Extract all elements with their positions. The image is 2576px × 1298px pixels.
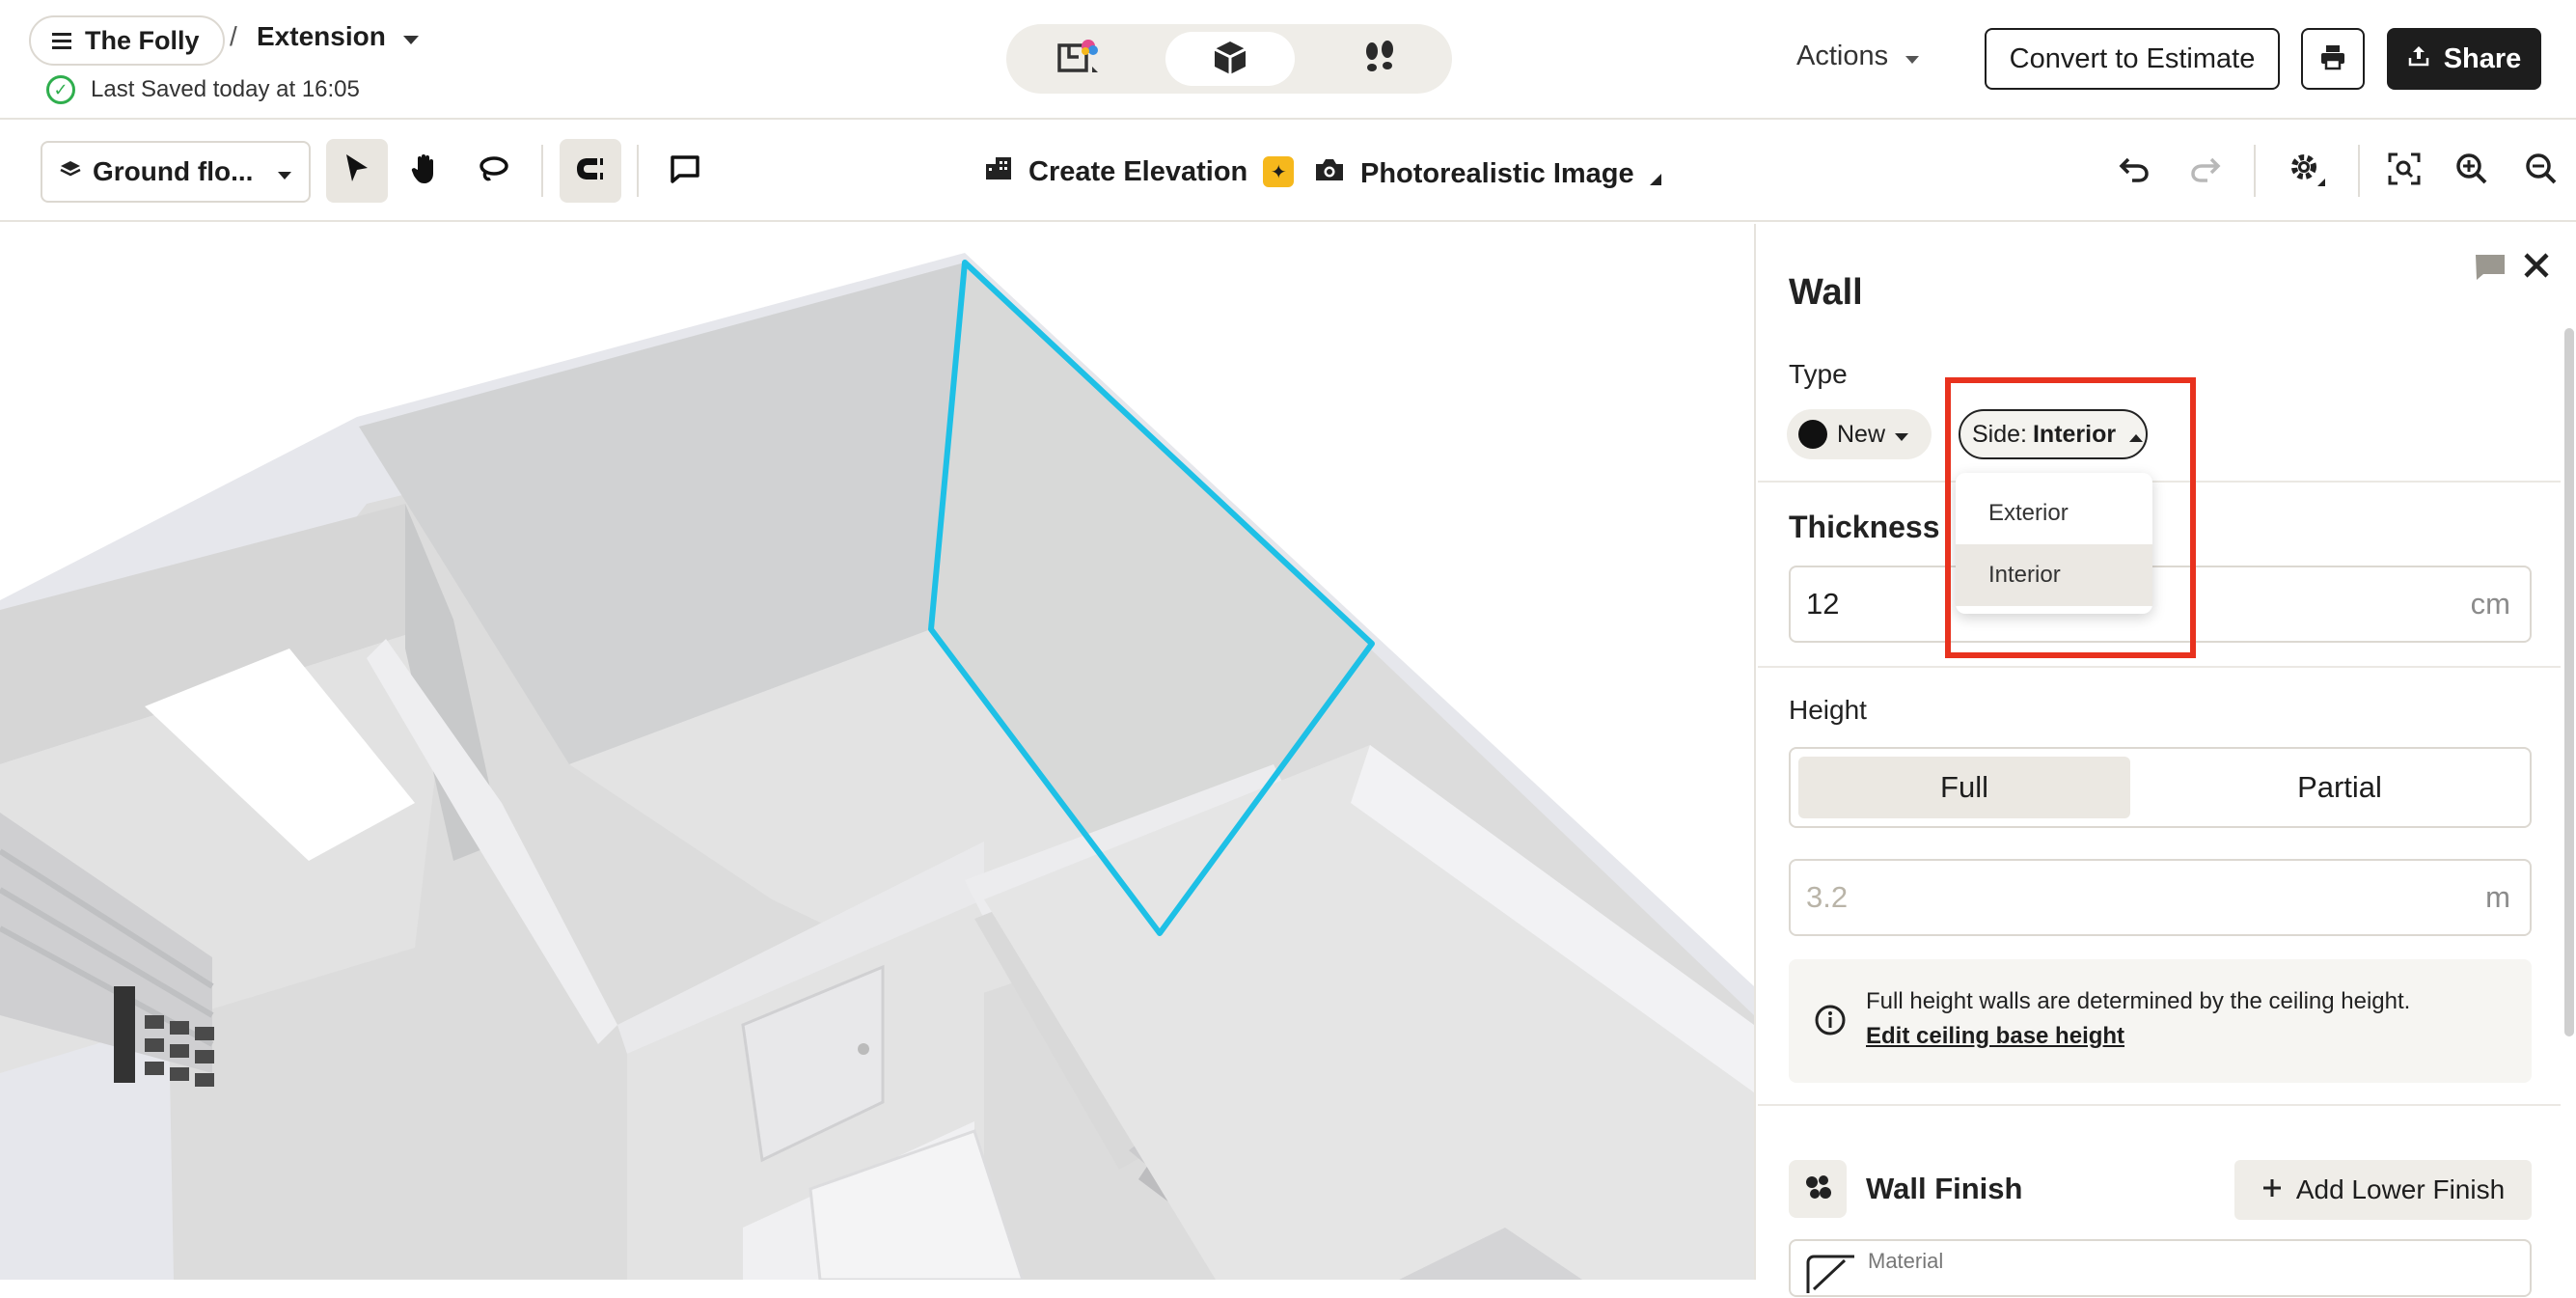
create-elevation-button[interactable]: Create Elevation ✦ bbox=[984, 154, 1295, 189]
pointer-icon bbox=[343, 152, 371, 190]
camera-icon bbox=[1314, 157, 1345, 190]
edit-ceiling-link[interactable]: Edit ceiling base height bbox=[1866, 1023, 2124, 1050]
pan-tool[interactable] bbox=[394, 139, 455, 203]
caret-down-icon bbox=[402, 21, 419, 52]
convert-to-estimate-button[interactable]: Convert to Estimate bbox=[1985, 28, 2280, 90]
share-button[interactable]: Share bbox=[2387, 28, 2541, 90]
zoom-out-icon bbox=[2525, 152, 2558, 190]
redo-button[interactable] bbox=[2175, 139, 2236, 203]
photorealistic-label: Photorealistic Image bbox=[1360, 157, 1634, 189]
thickness-unit: cm bbox=[2470, 587, 2510, 621]
save-status: ✓ Last Saved today at 16:05 bbox=[46, 75, 360, 104]
select-tool[interactable] bbox=[326, 139, 388, 203]
caret-down-icon bbox=[1905, 41, 1920, 72]
panel-title: Wall bbox=[1789, 272, 1863, 313]
plus-icon bbox=[2261, 1174, 2283, 1205]
caret-down-icon bbox=[1895, 421, 1909, 449]
wall-finish-icon-tile bbox=[1789, 1160, 1847, 1218]
floor-selector[interactable]: Ground flo... bbox=[41, 141, 311, 203]
info-text: Full height walls are determined by the … bbox=[1866, 988, 2411, 1014]
printer-icon bbox=[2319, 43, 2346, 75]
corner-caret-icon bbox=[1649, 154, 1661, 193]
save-status-text: Last Saved today at 16:05 bbox=[91, 76, 360, 102]
actions-label: Actions bbox=[1796, 41, 1889, 71]
photorealistic-image-button[interactable]: Photorealistic Image bbox=[1314, 154, 1661, 193]
project-menu-button[interactable]: The Folly bbox=[29, 15, 225, 66]
hamburger-icon bbox=[52, 26, 71, 56]
wall-type-value: New bbox=[1837, 420, 1886, 448]
redo-icon bbox=[2190, 155, 2221, 187]
create-elevation-label: Create Elevation bbox=[1028, 155, 1248, 187]
material-swatch-icon bbox=[1806, 1255, 1870, 1298]
magnet-icon bbox=[574, 154, 607, 188]
page-title: Extension bbox=[257, 21, 386, 51]
wall-finish-label: Wall Finish bbox=[1866, 1172, 2023, 1205]
print-button[interactable] bbox=[2301, 28, 2365, 90]
zoom-to-fit-button[interactable] bbox=[2373, 139, 2435, 203]
undo-button[interactable] bbox=[2103, 139, 2165, 203]
height-value: 3.2 bbox=[1806, 880, 1849, 914]
snap-magnet-toggle[interactable] bbox=[560, 139, 621, 203]
hand-icon bbox=[410, 152, 439, 190]
settings-button[interactable] bbox=[2277, 139, 2339, 203]
add-lower-finish-label: Add Lower Finish bbox=[2295, 1174, 2506, 1204]
status-dot-icon bbox=[1798, 420, 1827, 449]
add-lower-finish-button[interactable]: Add Lower Finish bbox=[2234, 1160, 2532, 1220]
walkthrough-view-button[interactable] bbox=[1315, 32, 1444, 86]
floor-label: Ground flo... bbox=[93, 156, 254, 186]
close-icon[interactable] bbox=[2522, 251, 2551, 285]
floor-plan-icon bbox=[1055, 38, 1102, 81]
lasso-tool[interactable] bbox=[463, 139, 525, 203]
height-unit: m bbox=[2485, 880, 2510, 914]
finish-swatch-icon bbox=[1803, 1173, 1832, 1206]
share-label: Share bbox=[2443, 42, 2522, 74]
comment-tool[interactable] bbox=[654, 139, 716, 203]
annotation-highlight-box bbox=[1945, 377, 2196, 658]
height-mode-toggle: Full Partial bbox=[1789, 747, 2532, 828]
undo-icon bbox=[2119, 155, 2150, 187]
wall-type-selector[interactable]: New bbox=[1787, 409, 1932, 459]
gear-icon bbox=[2288, 152, 2327, 191]
height-input[interactable]: 3.2 m bbox=[1789, 859, 2532, 936]
top-header: The Folly / Extension ✓ Last Saved today… bbox=[0, 0, 2576, 120]
footprints-icon bbox=[1360, 38, 1399, 81]
zoom-in-button[interactable] bbox=[2441, 139, 2503, 203]
height-info-box: Full height walls are determined by the … bbox=[1789, 959, 2532, 1083]
layers-icon bbox=[60, 156, 81, 187]
sparkle-icon: ✦ bbox=[1263, 156, 1295, 187]
comment-icon[interactable] bbox=[2474, 253, 2507, 287]
view-mode-switch bbox=[1006, 24, 1452, 94]
building-icon bbox=[984, 154, 1013, 189]
fit-view-icon bbox=[2388, 152, 2421, 190]
comment-icon bbox=[670, 154, 700, 188]
caret-down-icon bbox=[278, 156, 291, 187]
3d-viewport[interactable] bbox=[0, 224, 1754, 1280]
lasso-icon bbox=[478, 154, 510, 188]
upload-icon bbox=[2407, 43, 2430, 75]
3d-model-render bbox=[0, 224, 1754, 1280]
breadcrumb-separator: / bbox=[230, 21, 237, 51]
info-icon bbox=[1814, 1004, 1847, 1041]
3d-view-button[interactable] bbox=[1165, 32, 1295, 86]
page-selector[interactable]: Extension bbox=[257, 21, 419, 52]
height-label: Height bbox=[1789, 695, 1867, 725]
height-full-option[interactable]: Full bbox=[1798, 757, 2130, 818]
material-field[interactable]: Material bbox=[1789, 1239, 2532, 1298]
floor-plan-view-button[interactable] bbox=[1014, 32, 1143, 86]
zoom-in-icon bbox=[2455, 152, 2488, 190]
check-circle-icon: ✓ bbox=[46, 75, 75, 104]
thickness-value: 12 bbox=[1806, 587, 1840, 621]
thickness-label: Thickness bbox=[1789, 510, 1940, 544]
cube-icon bbox=[1211, 38, 1249, 81]
editor-toolbar: Ground flo... Create Elevation ✦ Photore… bbox=[0, 120, 2576, 222]
material-label: Material bbox=[1868, 1249, 1944, 1273]
panel-scrollbar[interactable] bbox=[2564, 328, 2574, 1036]
project-name: The Folly bbox=[85, 25, 200, 55]
zoom-out-button[interactable] bbox=[2510, 139, 2572, 203]
height-partial-option[interactable]: Partial bbox=[2161, 757, 2518, 818]
actions-menu[interactable]: Actions bbox=[1796, 41, 1920, 72]
type-label: Type bbox=[1789, 359, 1848, 389]
